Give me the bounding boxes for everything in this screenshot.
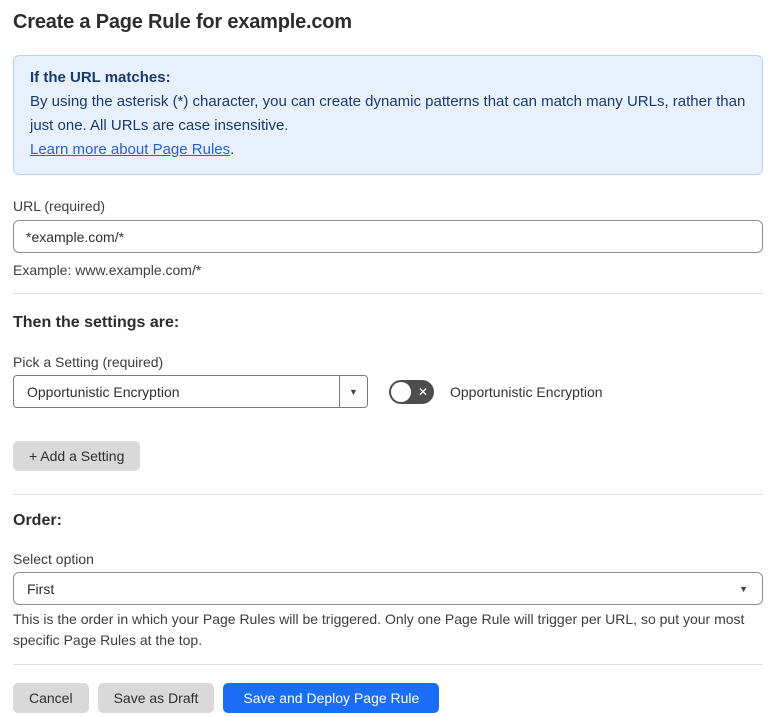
opportunistic-encryption-toggle[interactable]: ✕ xyxy=(389,379,434,404)
setting-picker-dropdown[interactable]: Opportunistic Encryption ▼ xyxy=(13,375,368,408)
link-suffix: . xyxy=(230,141,235,158)
setting-picker-value: Opportunistic Encryption xyxy=(27,383,180,400)
order-help-text: This is the order in which your Page Rul… xyxy=(13,611,745,648)
learn-more-link[interactable]: Learn more about Page Rules xyxy=(30,141,230,158)
order-section-heading: Order: xyxy=(13,512,62,529)
divider xyxy=(13,664,763,665)
x-icon: ✕ xyxy=(417,384,428,399)
order-select[interactable]: First ▼ xyxy=(13,572,763,605)
info-box-link-line: Learn more about Page Rules. xyxy=(30,138,746,162)
page-title: Create a Page Rule for example.com xyxy=(13,11,352,33)
setting-picker-label: Pick a Setting (required) xyxy=(13,354,164,370)
footer-actions: Cancel Save as Draft Save and Deploy Pag… xyxy=(13,683,763,713)
save-deploy-button[interactable]: Save and Deploy Page Rule xyxy=(223,683,440,713)
chevron-down-icon: ▼ xyxy=(349,386,358,397)
divider xyxy=(13,494,763,495)
page-rule-form: Create a Page Rule for example.com If th… xyxy=(0,0,775,713)
url-field-help: Example: www.example.com/* xyxy=(13,262,202,278)
toggle-label: Opportunistic Encryption xyxy=(450,383,603,400)
add-setting-button[interactable]: + Add a Setting xyxy=(13,441,141,471)
order-select-label: Select option xyxy=(13,551,94,567)
settings-section-heading: Then the settings are: xyxy=(13,314,180,331)
save-draft-button[interactable]: Save as Draft xyxy=(97,683,215,713)
setting-row: Opportunistic Encryption ▼ ✕ Opportunist… xyxy=(13,375,763,408)
info-box-heading: If the URL matches: xyxy=(30,69,171,86)
cancel-button[interactable]: Cancel xyxy=(13,683,89,713)
divider xyxy=(13,293,763,294)
url-match-info-box: If the URL matches: By using the asteris… xyxy=(13,55,763,175)
url-input[interactable] xyxy=(13,220,763,253)
chevron-down-icon: ▼ xyxy=(739,583,748,594)
url-field-label: URL (required) xyxy=(13,198,106,214)
info-box-body: By using the asterisk (*) character, you… xyxy=(30,93,746,134)
toggle-knob xyxy=(391,381,411,402)
order-select-value: First xyxy=(27,580,55,597)
picker-caret-button[interactable]: ▼ xyxy=(339,376,367,407)
